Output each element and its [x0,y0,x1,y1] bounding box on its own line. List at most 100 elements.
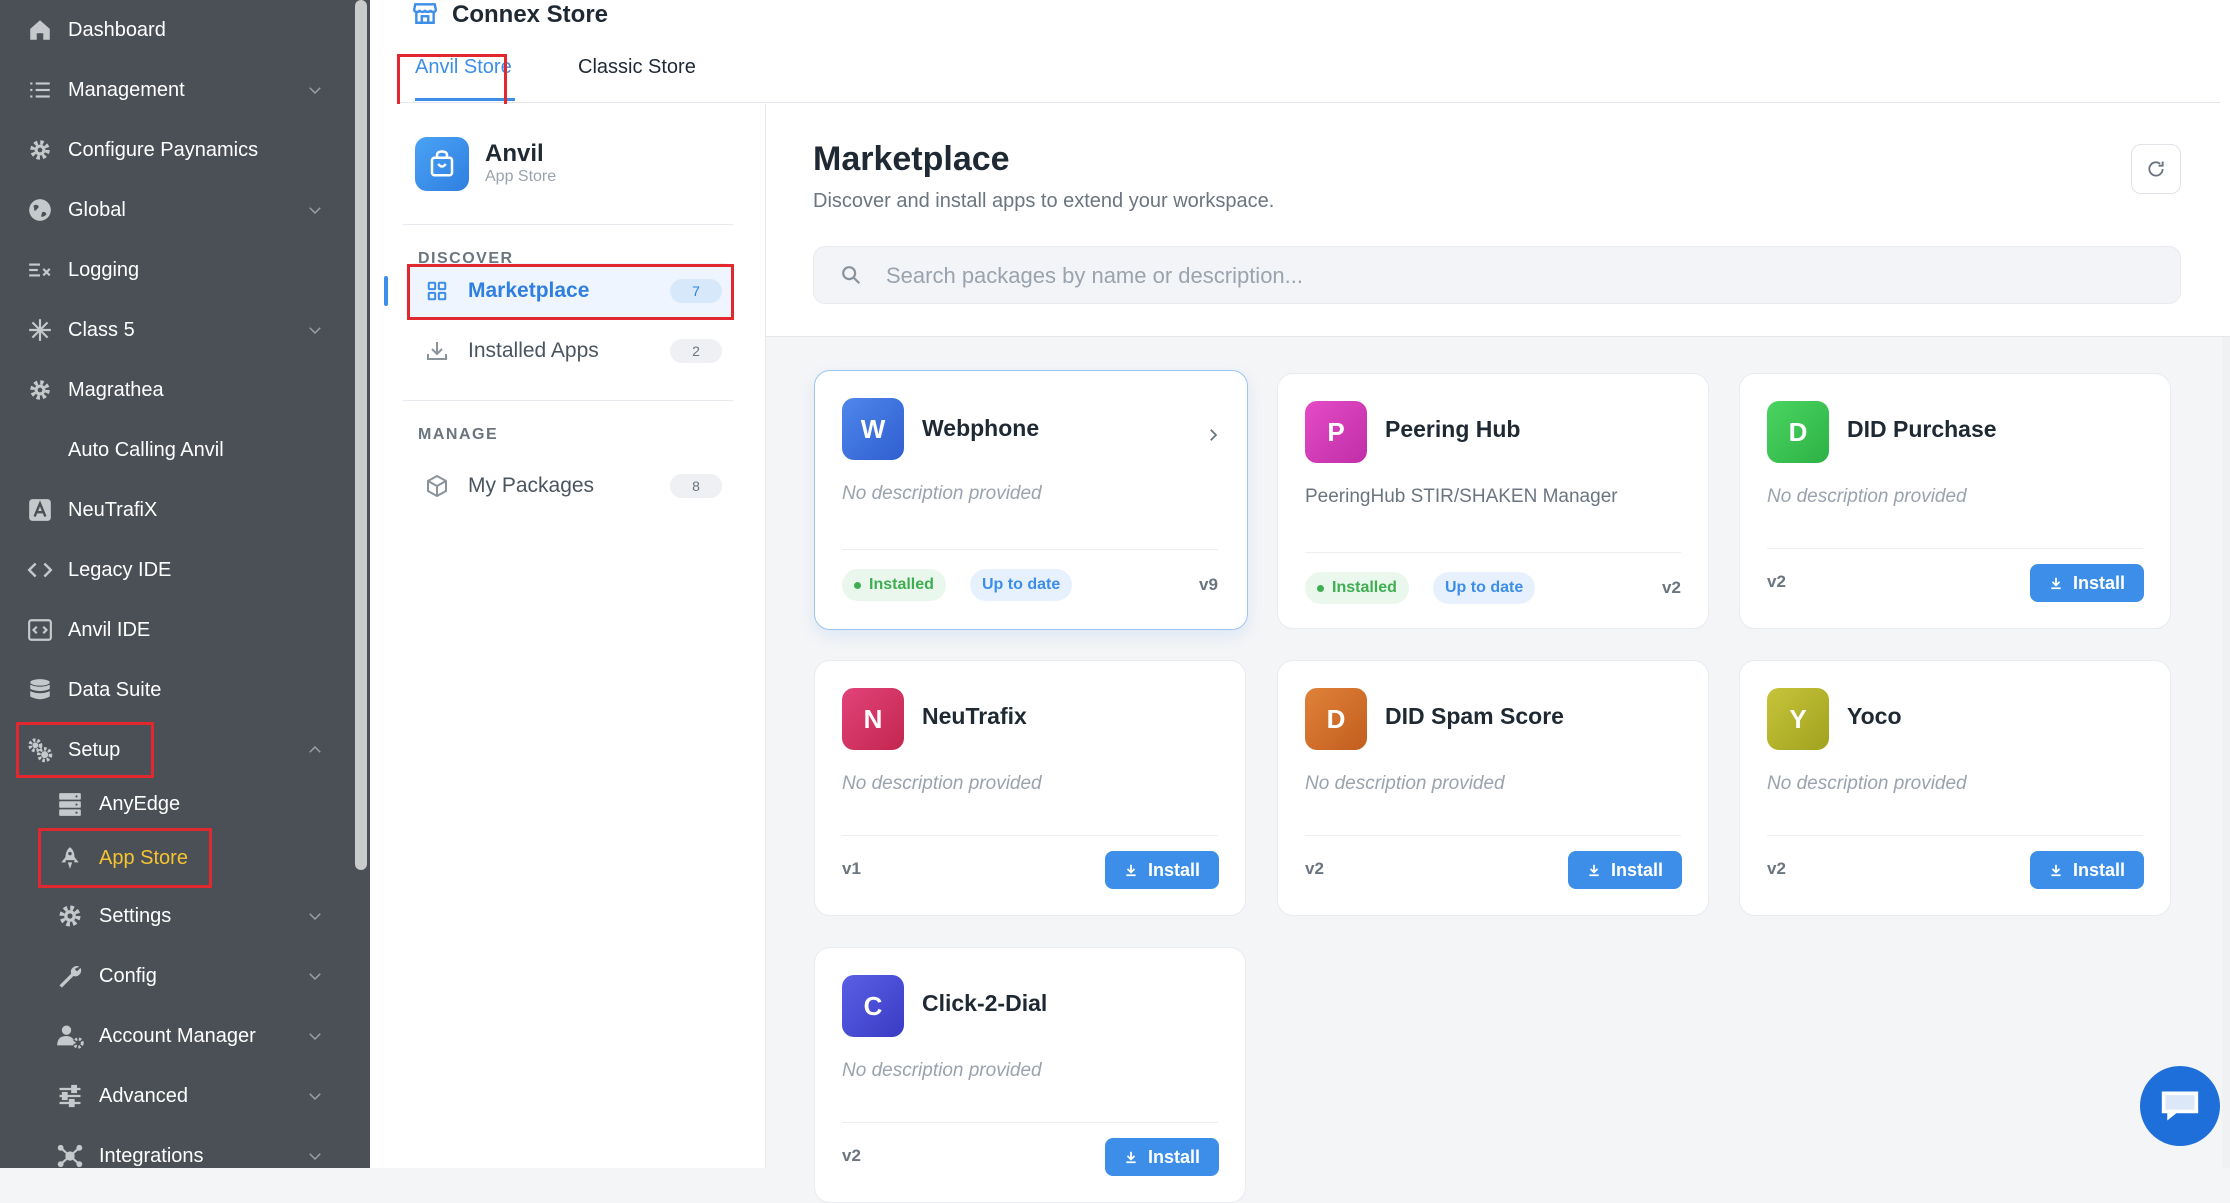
nav-label: Data Suite [68,678,162,701]
nav-label: Anvil IDE [68,618,151,641]
package-grid: W Webphone No description provided Insta… [766,337,2230,1203]
nav-item-settings[interactable]: Settings [0,886,350,946]
install-button[interactable]: Install [1105,851,1219,889]
tab-classic-store[interactable]: Classic Store [578,56,696,79]
nav-label: AnyEdge [99,792,181,815]
package-card-neutrafix[interactable]: N NeuTrafix No description provided v1 I… [814,660,1246,916]
package-description: No description provided [1767,486,1967,507]
package-avatar: C [842,975,904,1037]
chevron-down-icon [309,1153,321,1161]
package-version: v1 [842,859,861,878]
search-icon [842,266,861,285]
install-button[interactable]: Install [1105,1138,1219,1176]
package-card-yoco[interactable]: Y Yoco No description provided v2 Instal… [1739,660,2171,916]
nav-label: Config [99,964,157,987]
nav-label: Logging [68,258,140,281]
nav-item-management[interactable]: Management [0,60,350,120]
nav-label: NeuTrafiX [68,498,158,521]
database-icon [24,674,56,706]
nav-item-anvil-ide[interactable]: Anvil IDE [0,600,350,660]
nav-item-data-suite[interactable]: Data Suite [0,660,350,720]
nav-label: Global [68,198,126,221]
package-card-did-purchase[interactable]: D DID Purchase No description provided v… [1739,373,2171,629]
chevron-up-icon [309,745,321,753]
package-description: No description provided [842,1060,1042,1081]
download-icon [424,338,450,364]
sidebar-item-label: My Packages [468,474,595,497]
package-avatar: D [1305,688,1367,750]
list-icon [24,74,56,106]
package-name: Webphone [922,415,1040,441]
chevron-down-icon [309,1093,321,1101]
package-version: v2 [842,1146,861,1165]
asterisk-icon [24,314,56,346]
package-description: PeeringHub STIR/SHAKEN Manager [1305,486,1618,507]
chat-widget-button[interactable] [2140,1066,2220,1146]
nav-item-configure-paynamics[interactable]: Configure Paynamics [0,120,350,180]
highlight-box-setup [16,722,154,778]
up-to-date-badge: Up to date [970,569,1073,601]
nav-label: Account Manager [99,1024,256,1047]
download-icon [1124,1150,1138,1164]
package-card-peering-hub[interactable]: P Peering Hub PeeringHub STIR/SHAKEN Man… [1277,373,1709,629]
anvil-logo [415,137,469,191]
package-card-webphone[interactable]: W Webphone No description provided Insta… [814,370,1248,630]
gear-icon [54,900,86,932]
package-version: v2 [1767,572,1786,591]
package-name: DID Purchase [1847,416,1997,442]
install-button[interactable]: Install [2030,851,2144,889]
store-sidebar: Anvil App Store DISCOVER Marketplace 7 I… [370,104,766,1168]
nav-item-advanced[interactable]: Advanced [0,1066,350,1126]
package-name: NeuTrafix [922,703,1027,729]
card-divider [1305,552,1681,553]
nav-item-magrathea[interactable]: Magrathea [0,360,350,420]
section-label-manage: MANAGE [418,426,499,443]
sidebar-item-installed-apps[interactable]: Installed Apps 2 [406,323,732,379]
marketplace-title: Marketplace [813,140,1010,178]
nav-item-global[interactable]: Global [0,180,350,240]
nav-label: Legacy IDE [68,558,172,581]
code-box-icon [24,614,56,646]
install-button[interactable]: Install [2030,564,2144,602]
left-navigation: Dashboard Management Configure Paynamics… [0,0,370,1168]
card-divider [1767,548,2143,549]
nav-item-anyedge[interactable]: AnyEdge [0,776,350,832]
refresh-button[interactable] [2131,144,2181,194]
nav-label: Configure Paynamics [68,138,259,161]
package-name: DID Spam Score [1385,703,1564,729]
package-version: v9 [1199,575,1218,594]
package-description: No description provided [1767,773,1967,794]
nav-item-legacy-ide[interactable]: Legacy IDE [0,540,350,600]
search-input[interactable] [884,255,2158,297]
nav-item-integrations[interactable]: Integrations [0,1126,350,1168]
card-divider [842,549,1218,550]
card-divider [842,835,1218,836]
sidebar-item-my-packages[interactable]: My Packages 8 [406,458,732,514]
nav-item-account-manager[interactable]: Account Manager [0,1006,350,1066]
sidebar-divider [403,400,733,401]
chevron-down-icon [309,973,321,981]
brand-subtitle: App Store [485,168,557,185]
package-card-did-spam-score[interactable]: D DID Spam Score No description provided… [1277,660,1709,916]
package-name: Peering Hub [1385,416,1521,442]
sliders-icon [54,1080,86,1112]
download-icon [2049,863,2063,877]
package-avatar: N [842,688,904,750]
nav-item-auto-calling-anvil[interactable]: Auto Calling Anvil [0,420,350,480]
nav-item-logging[interactable]: Logging [0,240,350,300]
server-icon [54,788,86,820]
download-icon [1124,863,1138,877]
nav-item-dashboard[interactable]: Dashboard [0,0,350,60]
store-icon [412,0,438,31]
nav-scrollbar[interactable] [355,0,367,870]
nav-label: Integrations [99,1144,204,1167]
home-icon [24,14,56,46]
package-card-click-2-dial[interactable]: C Click-2-Dial No description provided v… [814,947,1246,1203]
nav-item-neutrafix[interactable]: NeuTrafiX [0,480,350,540]
refresh-icon [2148,161,2164,177]
content-scrollbar[interactable] [2222,337,2230,1168]
nav-item-config[interactable]: Config [0,946,350,1006]
install-button[interactable]: Install [1568,851,1682,889]
sidebar-item-label: Installed Apps [468,339,599,362]
nav-item-class-5[interactable]: Class 5 [0,300,350,360]
